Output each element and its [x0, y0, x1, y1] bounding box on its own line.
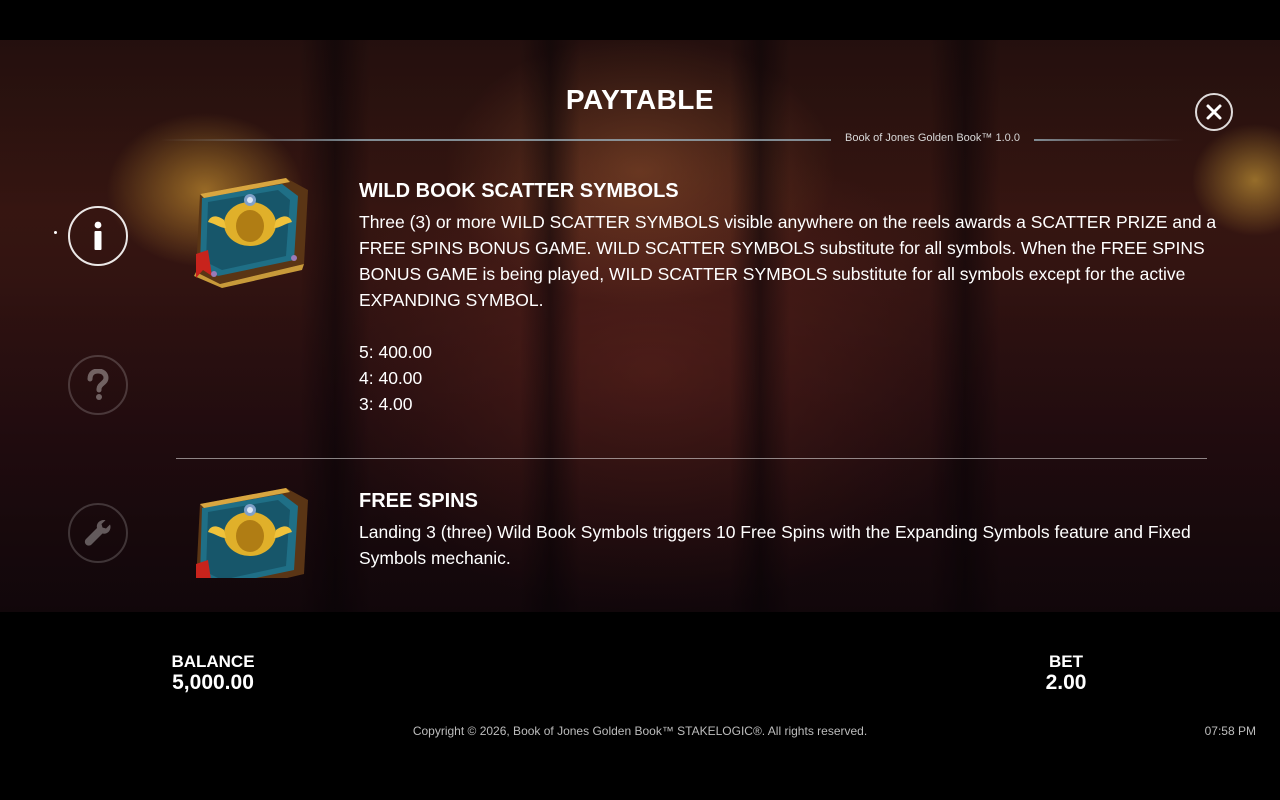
golden-book-icon — [194, 178, 308, 288]
bet-label: BET — [1049, 652, 1083, 671]
close-button[interactable] — [1195, 93, 1233, 131]
bet-value: 2.00 — [1045, 671, 1087, 694]
nav-help-button[interactable] — [68, 355, 128, 415]
nav-settings-button[interactable] — [68, 503, 128, 563]
info-icon — [94, 221, 102, 250]
section-title: WILD BOOK SCATTER SYMBOLS — [359, 180, 679, 202]
section-divider — [176, 458, 1207, 459]
close-icon — [1206, 104, 1222, 120]
nav-info-button[interactable] — [68, 206, 128, 266]
game-version: Book of Jones Golden Book™ 1.0.0 — [845, 132, 1020, 144]
golden-book-icon — [196, 488, 308, 578]
section-description: Three (3) or more WILD SCATTER SYMBOLS v… — [359, 212, 1217, 310]
paytable-content[interactable]: WILD BOOK SCATTER SYMBOLS Three (3) or m… — [160, 160, 1220, 578]
balance-display: BALANCE 5,000.00 — [153, 652, 273, 695]
payout-4: 4: 40.00 — [359, 368, 423, 388]
copyright-text: Copyright © 2026, Book of Jones Golden B… — [412, 724, 868, 738]
balance-value: 5,000.00 — [172, 671, 254, 694]
wrench-icon — [84, 520, 111, 546]
section-description: Landing 3 (three) Wild Book Symbols trig… — [359, 522, 1191, 568]
page-title: PAYTABLE — [565, 84, 715, 115]
payout-3: 3: 4.00 — [359, 394, 413, 414]
payout-5: 5: 400.00 — [359, 342, 432, 362]
question-icon — [87, 369, 109, 400]
bet-display: BET 2.00 — [1016, 652, 1116, 695]
header-rule-right — [1034, 139, 1184, 141]
paytable-screen: PAYTABLE Book of Jones Golden Book™ 1.0.… — [0, 0, 1280, 800]
section-title: FREE SPINS — [359, 490, 478, 512]
header-rule-left — [160, 139, 831, 141]
active-indicator-dot — [54, 231, 57, 234]
bottom-bar: BALANCE 5,000.00 BET 2.00 Copyright © 20… — [0, 612, 1280, 800]
balance-label: BALANCE — [171, 652, 255, 671]
clock: 07:58 PM — [1204, 724, 1256, 738]
